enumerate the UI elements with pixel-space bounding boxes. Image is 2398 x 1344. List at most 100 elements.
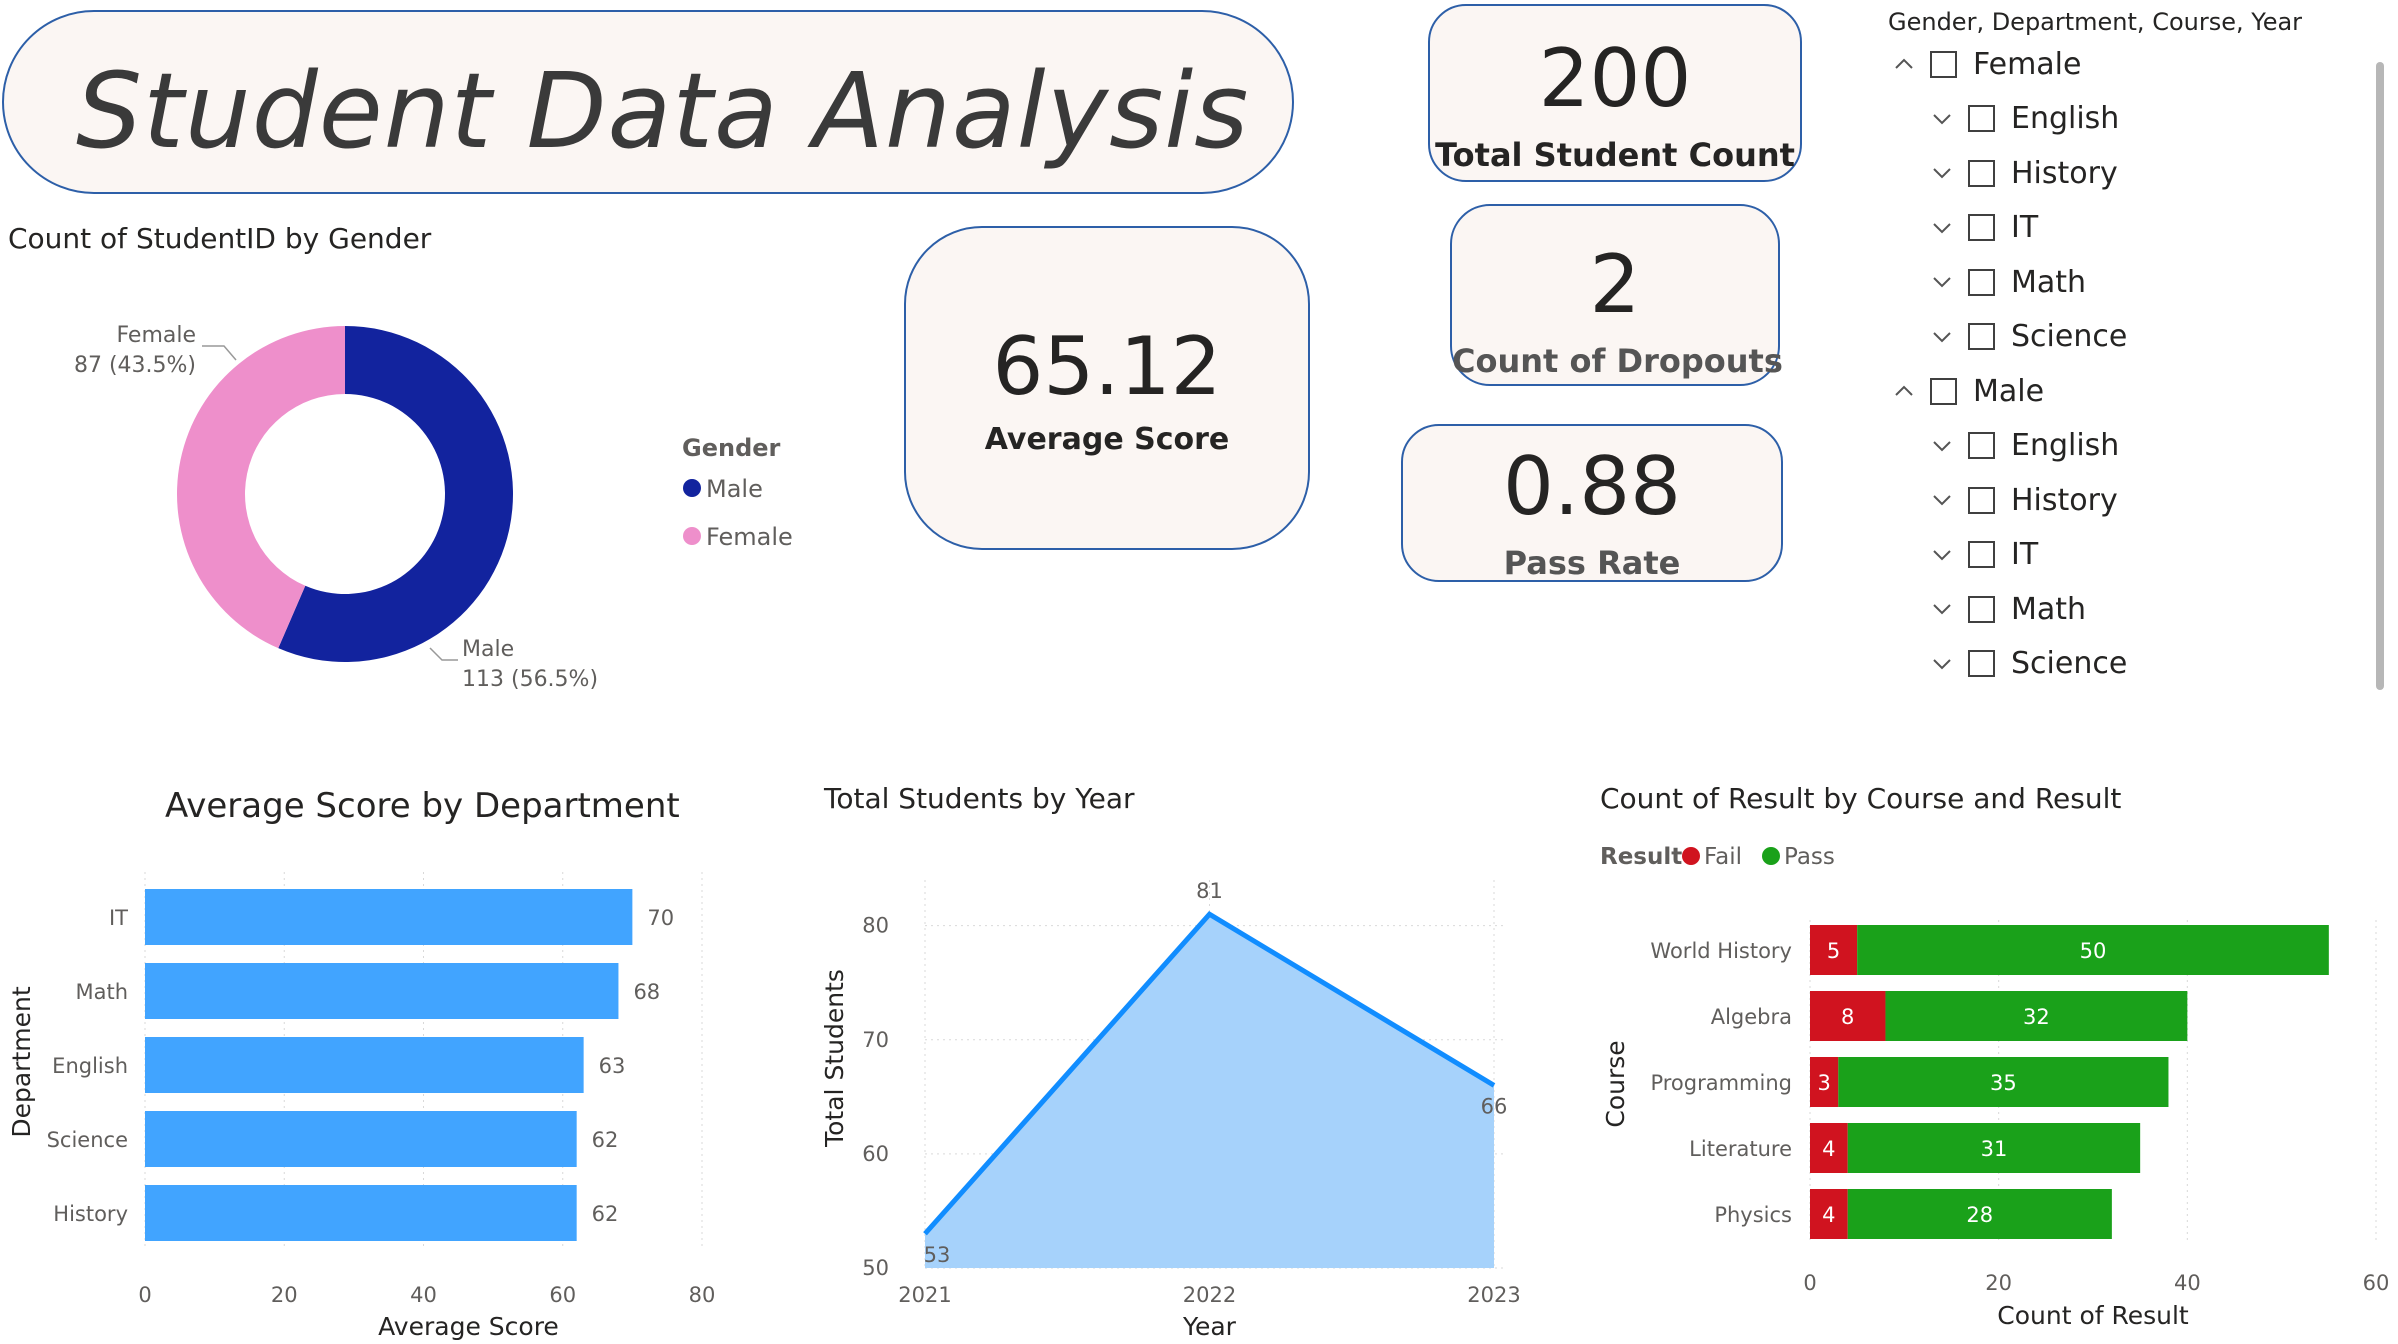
slicer-item-male-science[interactable]: Science bbox=[1928, 644, 2127, 684]
chevron-down-icon[interactable] bbox=[1928, 595, 1956, 623]
bar-history[interactable] bbox=[145, 1185, 577, 1241]
data-label: 81 bbox=[1196, 879, 1223, 903]
chevron-down-icon[interactable] bbox=[1928, 105, 1956, 133]
male-leader-line bbox=[429, 647, 458, 661]
area-fill bbox=[925, 914, 1494, 1268]
slicer-item-label: History bbox=[2011, 482, 2118, 518]
checkbox[interactable] bbox=[1968, 323, 1995, 350]
x-tick-label: 40 bbox=[2174, 1271, 2201, 1295]
y-tick-label: IT bbox=[109, 906, 128, 930]
chevron-up-icon[interactable] bbox=[1890, 377, 1918, 405]
bar-math[interactable] bbox=[145, 963, 619, 1019]
kpi-dropouts[interactable]: 2 Count of Dropouts bbox=[1450, 204, 1783, 386]
checkbox[interactable] bbox=[1968, 268, 1995, 296]
chevron-down-icon[interactable] bbox=[1928, 323, 1956, 351]
checkbox[interactable] bbox=[1968, 541, 1995, 568]
y-tick-label: Science bbox=[47, 1128, 128, 1152]
checkbox[interactable] bbox=[1968, 650, 1995, 677]
slicer-item-female-history[interactable]: History bbox=[1928, 153, 2118, 193]
slicer-group-label: Female bbox=[1973, 46, 2082, 82]
checkbox[interactable] bbox=[1968, 214, 1995, 241]
checkbox[interactable] bbox=[1968, 105, 1995, 132]
chevron-down-icon[interactable] bbox=[1928, 486, 1956, 514]
chevron-down-icon[interactable] bbox=[1928, 432, 1956, 460]
checkbox[interactable] bbox=[1968, 595, 1995, 623]
slicer-item-label: IT bbox=[2011, 537, 2039, 572]
chevron-down-icon[interactable] bbox=[1928, 268, 1956, 296]
result-by-course-chart[interactable]: Result Fail Pass 0 20 40 60 World History 5 50 Alg… bbox=[1590, 820, 2398, 1344]
dept-chart-title: Average Score by Department bbox=[165, 786, 680, 826]
chevron-down-icon[interactable] bbox=[1928, 214, 1956, 242]
data-label: 63 bbox=[599, 1054, 626, 1078]
x-tick-label: 40 bbox=[410, 1283, 437, 1307]
total-students-by-year-chart[interactable]: 50 60 70 80 2021 2022 2023 53 81 66 Year Total Stud… bbox=[810, 840, 1550, 1344]
female-leader-line bbox=[202, 345, 237, 361]
chevron-up-icon[interactable] bbox=[1890, 50, 1918, 78]
slicer-group-female[interactable]: Female bbox=[1890, 44, 2081, 84]
slicer-item-male-it[interactable]: IT bbox=[1928, 535, 2038, 575]
x-tick-label: 2022 bbox=[1183, 1283, 1236, 1307]
female-data-label-value: 87 (43.5%) bbox=[74, 353, 196, 378]
bar-science[interactable] bbox=[145, 1111, 577, 1167]
legend-male-label[interactable]: Male bbox=[706, 475, 763, 503]
data-label: 35 bbox=[1990, 1071, 2017, 1095]
kpi-total-students-label: Total Student Count bbox=[1435, 136, 1795, 174]
slicer-item-female-it[interactable]: IT bbox=[1928, 208, 2038, 248]
chevron-down-icon[interactable] bbox=[1928, 159, 1956, 187]
legend-fail-label[interactable]: Fail bbox=[1704, 844, 1742, 870]
checkbox[interactable] bbox=[1968, 159, 1995, 187]
x-tick-label: 2021 bbox=[898, 1283, 951, 1307]
legend-pass-label[interactable]: Pass bbox=[1784, 844, 1835, 870]
checkbox[interactable] bbox=[1968, 486, 1995, 514]
bar-it[interactable] bbox=[145, 889, 633, 945]
chevron-down-icon[interactable] bbox=[1928, 650, 1956, 678]
x-tick-label: 0 bbox=[1803, 1271, 1816, 1295]
checkbox[interactable] bbox=[1930, 377, 1957, 405]
x-tick-label: 60 bbox=[549, 1283, 576, 1307]
avg-score-by-department-chart[interactable]: 0 20 40 60 80 IT 70 Math 68 English 63 Science 62 His… bbox=[0, 840, 760, 1344]
kpi-dropouts-label: Count of Dropouts bbox=[1452, 342, 1783, 380]
slicer-item-label: English bbox=[2011, 428, 2120, 463]
kpi-pass-rate-value: 0.88 bbox=[1502, 440, 1682, 533]
x-axis-title: Year bbox=[1182, 1312, 1237, 1341]
slicer-item-male-math[interactable]: Math bbox=[1928, 589, 2086, 629]
slicer-item-female-math[interactable]: Math bbox=[1928, 262, 2086, 302]
bar-english[interactable] bbox=[145, 1037, 584, 1093]
slicer-item-female-science[interactable]: Science bbox=[1928, 317, 2127, 357]
x-axis-title: Count of Result bbox=[1997, 1301, 2189, 1330]
y-tick-label: 50 bbox=[862, 1256, 889, 1280]
slicer-item-male-english[interactable]: English bbox=[1928, 426, 2119, 466]
y-tick-label: 80 bbox=[862, 914, 889, 938]
y-tick-label: Algebra bbox=[1711, 1005, 1792, 1029]
y-tick-label: Math bbox=[75, 980, 128, 1004]
data-label: 4 bbox=[1822, 1137, 1835, 1161]
y-tick-label: Literature bbox=[1689, 1137, 1792, 1161]
kpi-average-score[interactable]: 65.12 Average Score bbox=[904, 226, 1310, 550]
data-label: 28 bbox=[1966, 1203, 1993, 1227]
y-tick-label: 70 bbox=[862, 1028, 889, 1052]
slicer-item-male-history[interactable]: History bbox=[1928, 480, 2118, 520]
slicer-group-male[interactable]: Male bbox=[1890, 371, 2044, 411]
kpi-pass-rate[interactable]: 0.88 Pass Rate bbox=[1401, 424, 1783, 582]
checkbox[interactable] bbox=[1968, 432, 1995, 459]
legend-pass-marker bbox=[1762, 847, 1780, 865]
checkbox[interactable] bbox=[1930, 50, 1957, 78]
dashboard-title-card: Student Data Analysis bbox=[2, 10, 1294, 194]
chevron-down-icon[interactable] bbox=[1928, 541, 1956, 569]
slicer-group-label: Male bbox=[1973, 373, 2045, 409]
y-axis-title: Total Students bbox=[820, 969, 849, 1148]
kpi-dropouts-value: 2 bbox=[1589, 238, 1641, 331]
slicer-item-label: English bbox=[2011, 101, 2120, 136]
y-tick-label: World History bbox=[1650, 939, 1792, 963]
gender-donut-chart[interactable]: Female 87 (43.5%) Male 113 (56.5%) Gende… bbox=[0, 260, 880, 700]
slicer-scrollbar[interactable] bbox=[2376, 62, 2384, 690]
slicer-item-female-english[interactable]: English bbox=[1928, 99, 2119, 139]
data-label: 66 bbox=[1481, 1094, 1508, 1118]
legend-female-label[interactable]: Female bbox=[706, 523, 793, 551]
data-label: 3 bbox=[1817, 1071, 1830, 1095]
kpi-total-students[interactable]: 200 Total Student Count bbox=[1428, 4, 1802, 182]
slicer-item-label: IT bbox=[2011, 210, 2039, 245]
data-label: 62 bbox=[592, 1128, 619, 1152]
y-tick-label: Programming bbox=[1650, 1071, 1792, 1095]
slicer-item-label: Science bbox=[2011, 319, 2128, 354]
